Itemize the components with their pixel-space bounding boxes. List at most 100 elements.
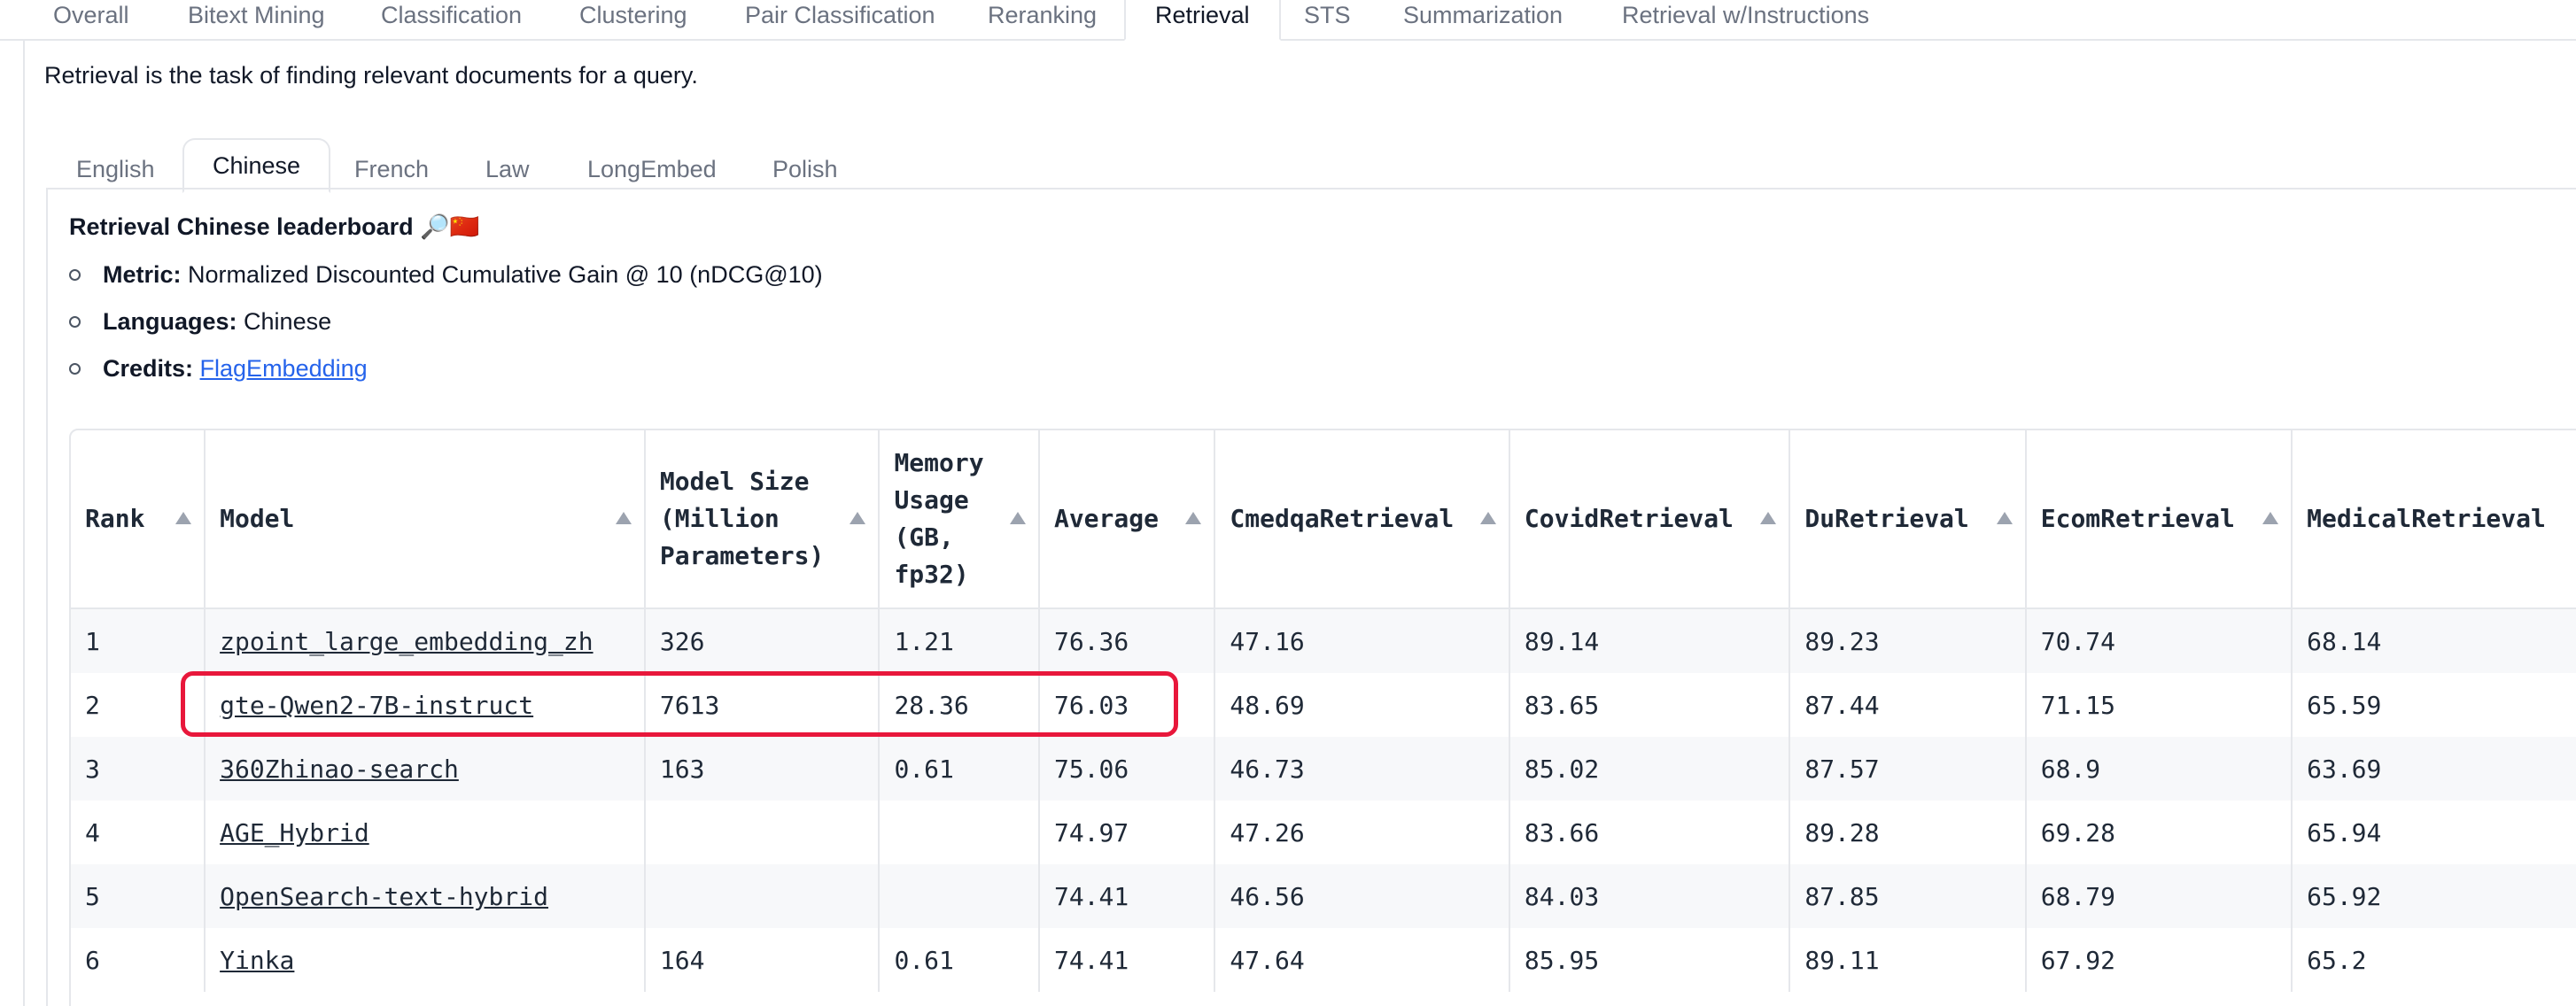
sort-arrow-icon[interactable] bbox=[175, 512, 192, 524]
tab-bitext-mining[interactable]: Bitext Mining bbox=[188, 0, 325, 35]
table-row: 1 zpoint_large_embedding_zh 326 1.21 76.36 47… bbox=[71, 608, 2576, 673]
cell-medical: 65.2 bbox=[2292, 928, 2576, 992]
cell-average: 75.06 bbox=[1038, 737, 1216, 801]
cell-memory-usage bbox=[879, 801, 1040, 864]
cell-average: 74.41 bbox=[1038, 864, 1216, 928]
tab-clustering[interactable]: Clustering bbox=[579, 0, 687, 35]
subtab-chinese[interactable]: Chinese bbox=[182, 138, 331, 193]
sort-arrow-icon[interactable] bbox=[1185, 512, 1202, 524]
table-body: 1 zpoint_large_embedding_zh 326 1.21 76.36 47… bbox=[71, 608, 2576, 992]
tab-pair-classification[interactable]: Pair Classification bbox=[745, 0, 935, 35]
cell-rank: 5 bbox=[71, 864, 206, 928]
cell-model: OpenSearch-text-hybrid bbox=[205, 864, 646, 928]
sort-arrow-icon[interactable] bbox=[1760, 512, 1777, 524]
tab-sts[interactable]: STS bbox=[1304, 0, 1351, 35]
cell-ecom: 69.28 bbox=[2025, 801, 2293, 864]
leaderboard-page: Overall Bitext Mining Classification Clu… bbox=[0, 0, 2576, 1006]
tab-summarization[interactable]: Summarization bbox=[1403, 0, 1563, 35]
header-model[interactable]: Model bbox=[205, 430, 646, 609]
sort-arrow-icon[interactable] bbox=[615, 512, 632, 524]
table-row: 2 gte-Qwen2-7B-instruct 7613 28.36 76.03 48.6… bbox=[71, 673, 2576, 737]
sort-arrow-icon[interactable] bbox=[850, 512, 866, 524]
table-row: 4 AGE_Hybrid 74.97 47.26 83.66 89.28 69.28 65.9… bbox=[71, 801, 2576, 864]
cell-model-size: 326 bbox=[644, 608, 881, 673]
cell-rank: 1 bbox=[71, 608, 206, 673]
sort-arrow-icon[interactable] bbox=[1996, 512, 2013, 524]
cell-medical: 65.94 bbox=[2292, 801, 2576, 864]
cell-average: 76.03 bbox=[1038, 673, 1216, 737]
cell-medical: 65.59 bbox=[2292, 673, 2576, 737]
cell-cmedqa: 47.26 bbox=[1214, 801, 1510, 864]
model-link[interactable]: OpenSearch-text-hybrid bbox=[220, 882, 548, 911]
cell-model-size: 163 bbox=[644, 737, 881, 801]
table-row: 5 OpenSearch-text-hybrid 74.41 46.56 84.03 87… bbox=[71, 864, 2576, 928]
cell-medical: 68.14 bbox=[2292, 608, 2576, 673]
model-link[interactable]: zpoint_large_embedding_zh bbox=[220, 627, 593, 656]
header-du[interactable]: DuRetrieval bbox=[1789, 430, 2027, 609]
tab-overall[interactable]: Overall bbox=[53, 0, 129, 35]
tab-reranking[interactable]: Reranking bbox=[988, 0, 1097, 35]
header-rank[interactable]: Rank bbox=[71, 430, 206, 609]
cell-model: zpoint_large_embedding_zh bbox=[205, 608, 646, 673]
cell-cmedqa: 48.69 bbox=[1214, 673, 1510, 737]
cell-covid: 84.03 bbox=[1509, 864, 1791, 928]
cell-memory-usage: 28.36 bbox=[879, 673, 1040, 737]
metric-label: Metric: bbox=[103, 261, 182, 288]
cell-ecom: 70.74 bbox=[2025, 608, 2293, 673]
cell-ecom: 68.9 bbox=[2025, 737, 2293, 801]
magnifier-flag-icon: 🔎🇨🇳 bbox=[420, 213, 480, 240]
tab-retrieval-instructions[interactable]: Retrieval w/Instructions bbox=[1622, 0, 1869, 35]
cell-ecom: 68.79 bbox=[2025, 864, 2293, 928]
cell-model: AGE_Hybrid bbox=[205, 801, 646, 864]
cell-average: 74.97 bbox=[1038, 801, 1216, 864]
cell-memory-usage: 1.21 bbox=[879, 608, 1040, 673]
cell-rank: 4 bbox=[71, 801, 206, 864]
cell-du: 87.57 bbox=[1789, 737, 2027, 801]
tab-classification[interactable]: Classification bbox=[381, 0, 522, 35]
sort-arrow-icon[interactable] bbox=[1009, 512, 1026, 524]
cell-memory-usage bbox=[879, 864, 1040, 928]
cell-medical: 63.69 bbox=[2292, 737, 2576, 801]
credits-link[interactable]: FlagEmbedding bbox=[200, 355, 368, 382]
subtab-french[interactable]: French bbox=[354, 149, 429, 190]
cell-cmedqa: 47.16 bbox=[1214, 608, 1510, 673]
header-cmedqa[interactable]: CmedqaRetrieval bbox=[1214, 430, 1510, 609]
retrieval-description: Retrieval is the task of finding relevan… bbox=[44, 62, 698, 89]
subtab-english[interactable]: English bbox=[76, 149, 155, 190]
cell-covid: 89.14 bbox=[1509, 608, 1791, 673]
cell-average: 74.41 bbox=[1038, 928, 1216, 992]
cell-memory-usage: 0.61 bbox=[879, 737, 1040, 801]
header-memory-usage[interactable]: Memory Usage (GB, fp32) bbox=[879, 430, 1040, 609]
cell-medical: 65.92 bbox=[2292, 864, 2576, 928]
bullet-icon bbox=[69, 269, 81, 281]
header-ecom[interactable]: EcomRetrieval bbox=[2025, 430, 2293, 609]
tab-retrieval[interactable]: Retrieval bbox=[1124, 0, 1281, 41]
model-link[interactable]: gte-Qwen2-7B-instruct bbox=[220, 691, 533, 720]
cell-model-size: 164 bbox=[644, 928, 881, 992]
cell-rank: 3 bbox=[71, 737, 206, 801]
cell-du: 87.44 bbox=[1789, 673, 2027, 737]
languages-value: Chinese bbox=[244, 308, 332, 335]
subtab-polish[interactable]: Polish bbox=[772, 149, 838, 190]
subtab-longembed[interactable]: LongEmbed bbox=[587, 149, 717, 190]
model-link[interactable]: AGE_Hybrid bbox=[220, 818, 369, 847]
cell-model: gte-Qwen2-7B-instruct bbox=[205, 673, 646, 737]
cell-ecom: 71.15 bbox=[2025, 673, 2293, 737]
cell-covid: 85.02 bbox=[1509, 737, 1791, 801]
header-covid[interactable]: CovidRetrieval bbox=[1509, 430, 1791, 609]
cell-model: Yinka bbox=[205, 928, 646, 992]
leaderboard-table-container[interactable]: Rank Model Model Size (Million Parameter… bbox=[69, 429, 2576, 1006]
cell-model-size: 7613 bbox=[644, 673, 881, 737]
credits-label: Credits: bbox=[103, 355, 194, 382]
table-row: 3 360Zhinao-search 163 0.61 75.06 46.73 85.02 8… bbox=[71, 737, 2576, 801]
header-model-size[interactable]: Model Size (Million Parameters) bbox=[644, 430, 881, 609]
subtab-law[interactable]: Law bbox=[485, 149, 530, 190]
cell-du: 89.11 bbox=[1789, 928, 2027, 992]
cell-covid: 85.95 bbox=[1509, 928, 1791, 992]
header-average[interactable]: Average bbox=[1038, 430, 1216, 609]
model-link[interactable]: 360Zhinao-search bbox=[220, 754, 459, 784]
sort-arrow-icon[interactable] bbox=[1479, 512, 1496, 524]
header-medical[interactable]: MedicalRetrieval bbox=[2292, 430, 2576, 609]
model-link[interactable]: Yinka bbox=[220, 946, 294, 975]
sort-arrow-icon[interactable] bbox=[2262, 512, 2279, 524]
